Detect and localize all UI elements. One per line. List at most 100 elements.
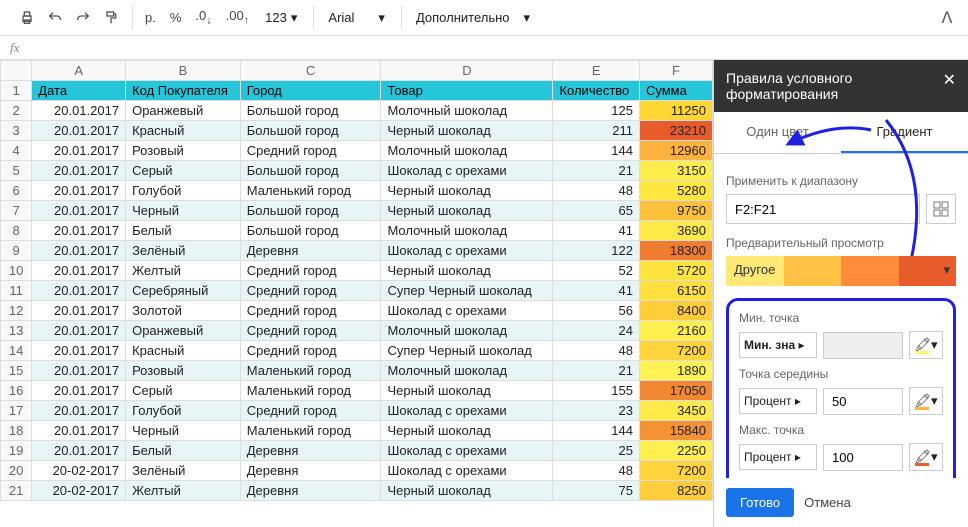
- cell[interactable]: Средний город: [240, 341, 381, 361]
- cell[interactable]: 20.01.2017: [32, 161, 126, 181]
- maxpoint-type-select[interactable]: Процент ▸: [739, 444, 817, 470]
- cell[interactable]: 23210: [639, 121, 712, 141]
- range-input[interactable]: [726, 194, 920, 224]
- midpoint-color-button[interactable]: 🖍▾: [909, 387, 943, 415]
- row-header[interactable]: 15: [1, 361, 32, 381]
- cell[interactable]: Красный: [126, 341, 241, 361]
- cell[interactable]: 20.01.2017: [32, 241, 126, 261]
- cell[interactable]: Супер Черный шоколад: [381, 281, 553, 301]
- cell[interactable]: Маленький город: [240, 181, 381, 201]
- cell[interactable]: 20.01.2017: [32, 221, 126, 241]
- cell[interactable]: 20.01.2017: [32, 101, 126, 121]
- cell[interactable]: Черный шоколад: [381, 381, 553, 401]
- cell[interactable]: Молочный шоколад: [381, 321, 553, 341]
- row-header[interactable]: 16: [1, 381, 32, 401]
- cell[interactable]: 48: [553, 181, 640, 201]
- cell[interactable]: Черный шоколад: [381, 481, 553, 501]
- cell[interactable]: Большой город: [240, 201, 381, 221]
- cell[interactable]: Шоколад с орехами: [381, 461, 553, 481]
- cell[interactable]: Молочный шоколад: [381, 101, 553, 121]
- cell[interactable]: Серый: [126, 381, 241, 401]
- row-header[interactable]: 9: [1, 241, 32, 261]
- cell[interactable]: 125: [553, 101, 640, 121]
- row-header[interactable]: 14: [1, 341, 32, 361]
- row-header[interactable]: 5: [1, 161, 32, 181]
- cell[interactable]: 7200: [639, 341, 712, 361]
- cell[interactable]: Белый: [126, 441, 241, 461]
- cell[interactable]: 7200: [639, 461, 712, 481]
- cell[interactable]: 5280: [639, 181, 712, 201]
- cell[interactable]: 20-02-2017: [32, 481, 126, 501]
- cell[interactable]: 20.01.2017: [32, 361, 126, 381]
- paint-format-icon[interactable]: [98, 5, 124, 31]
- minpoint-type-select[interactable]: Мин. зна ▸: [739, 332, 817, 358]
- cell[interactable]: 25: [553, 441, 640, 461]
- font-dropdown[interactable]: Arial ▾: [320, 10, 393, 26]
- cell[interactable]: 21: [553, 361, 640, 381]
- cell[interactable]: 122: [553, 241, 640, 261]
- row-header[interactable]: 20: [1, 461, 32, 481]
- cell[interactable]: Маленький город: [240, 421, 381, 441]
- row-header[interactable]: 19: [1, 441, 32, 461]
- cell[interactable]: 20.01.2017: [32, 121, 126, 141]
- more-formatting-dropdown[interactable]: Дополнительно ▾: [408, 10, 538, 26]
- cell[interactable]: Голубой: [126, 181, 241, 201]
- cell[interactable]: Красный: [126, 121, 241, 141]
- redo-icon[interactable]: [70, 5, 96, 31]
- column-header[interactable]: A: [32, 61, 126, 81]
- header-cell[interactable]: Город: [240, 81, 381, 101]
- cell[interactable]: Большой город: [240, 121, 381, 141]
- row-header[interactable]: 18: [1, 421, 32, 441]
- row-header[interactable]: 6: [1, 181, 32, 201]
- cell[interactable]: 20.01.2017: [32, 281, 126, 301]
- cell[interactable]: 6150: [639, 281, 712, 301]
- cell[interactable]: Черный: [126, 421, 241, 441]
- cell[interactable]: 20.01.2017: [32, 341, 126, 361]
- column-header[interactable]: [1, 61, 32, 81]
- cell[interactable]: Оранжевый: [126, 321, 241, 341]
- cell[interactable]: 65: [553, 201, 640, 221]
- row-header[interactable]: 10: [1, 261, 32, 281]
- close-icon[interactable]: ✕: [943, 70, 956, 90]
- header-cell[interactable]: Количество: [553, 81, 640, 101]
- header-cell[interactable]: Дата: [32, 81, 126, 101]
- cell[interactable]: Розовый: [126, 141, 241, 161]
- cell[interactable]: Черный шоколад: [381, 121, 553, 141]
- cell[interactable]: Золотой: [126, 301, 241, 321]
- cell[interactable]: Черный шоколад: [381, 181, 553, 201]
- row-header[interactable]: 7: [1, 201, 32, 221]
- cell[interactable]: 20.01.2017: [32, 301, 126, 321]
- cell[interactable]: Серебряный: [126, 281, 241, 301]
- cell[interactable]: 1890: [639, 361, 712, 381]
- cell[interactable]: Шоколад с орехами: [381, 301, 553, 321]
- cell[interactable]: 20.01.2017: [32, 401, 126, 421]
- cell[interactable]: Средний город: [240, 281, 381, 301]
- cell[interactable]: 20.01.2017: [32, 141, 126, 161]
- cell[interactable]: 9750: [639, 201, 712, 221]
- cell[interactable]: 11250: [639, 101, 712, 121]
- cell[interactable]: 41: [553, 221, 640, 241]
- column-header[interactable]: C: [240, 61, 381, 81]
- cell[interactable]: Шоколад с орехами: [381, 441, 553, 461]
- cell[interactable]: Средний город: [240, 141, 381, 161]
- cell[interactable]: 20.01.2017: [32, 421, 126, 441]
- cell[interactable]: 20.01.2017: [32, 381, 126, 401]
- cell[interactable]: 20.01.2017: [32, 181, 126, 201]
- cancel-button[interactable]: Отмена: [804, 495, 851, 510]
- column-header[interactable]: E: [553, 61, 640, 81]
- cell[interactable]: 144: [553, 141, 640, 161]
- cell[interactable]: Средний город: [240, 321, 381, 341]
- cell[interactable]: Желтый: [126, 481, 241, 501]
- cell[interactable]: Маленький город: [240, 361, 381, 381]
- cell[interactable]: Шоколад с орехами: [381, 161, 553, 181]
- cell[interactable]: Черный шоколад: [381, 261, 553, 281]
- print-icon[interactable]: [14, 5, 40, 31]
- cell[interactable]: Деревня: [240, 241, 381, 261]
- cell[interactable]: Молочный шоколад: [381, 361, 553, 381]
- tab-gradient[interactable]: Градиент: [841, 112, 968, 153]
- cell[interactable]: 17050: [639, 381, 712, 401]
- midpoint-type-select[interactable]: Процент ▸: [739, 388, 817, 414]
- cell[interactable]: Шоколад с орехами: [381, 401, 553, 421]
- cell[interactable]: 155: [553, 381, 640, 401]
- cell[interactable]: Деревня: [240, 441, 381, 461]
